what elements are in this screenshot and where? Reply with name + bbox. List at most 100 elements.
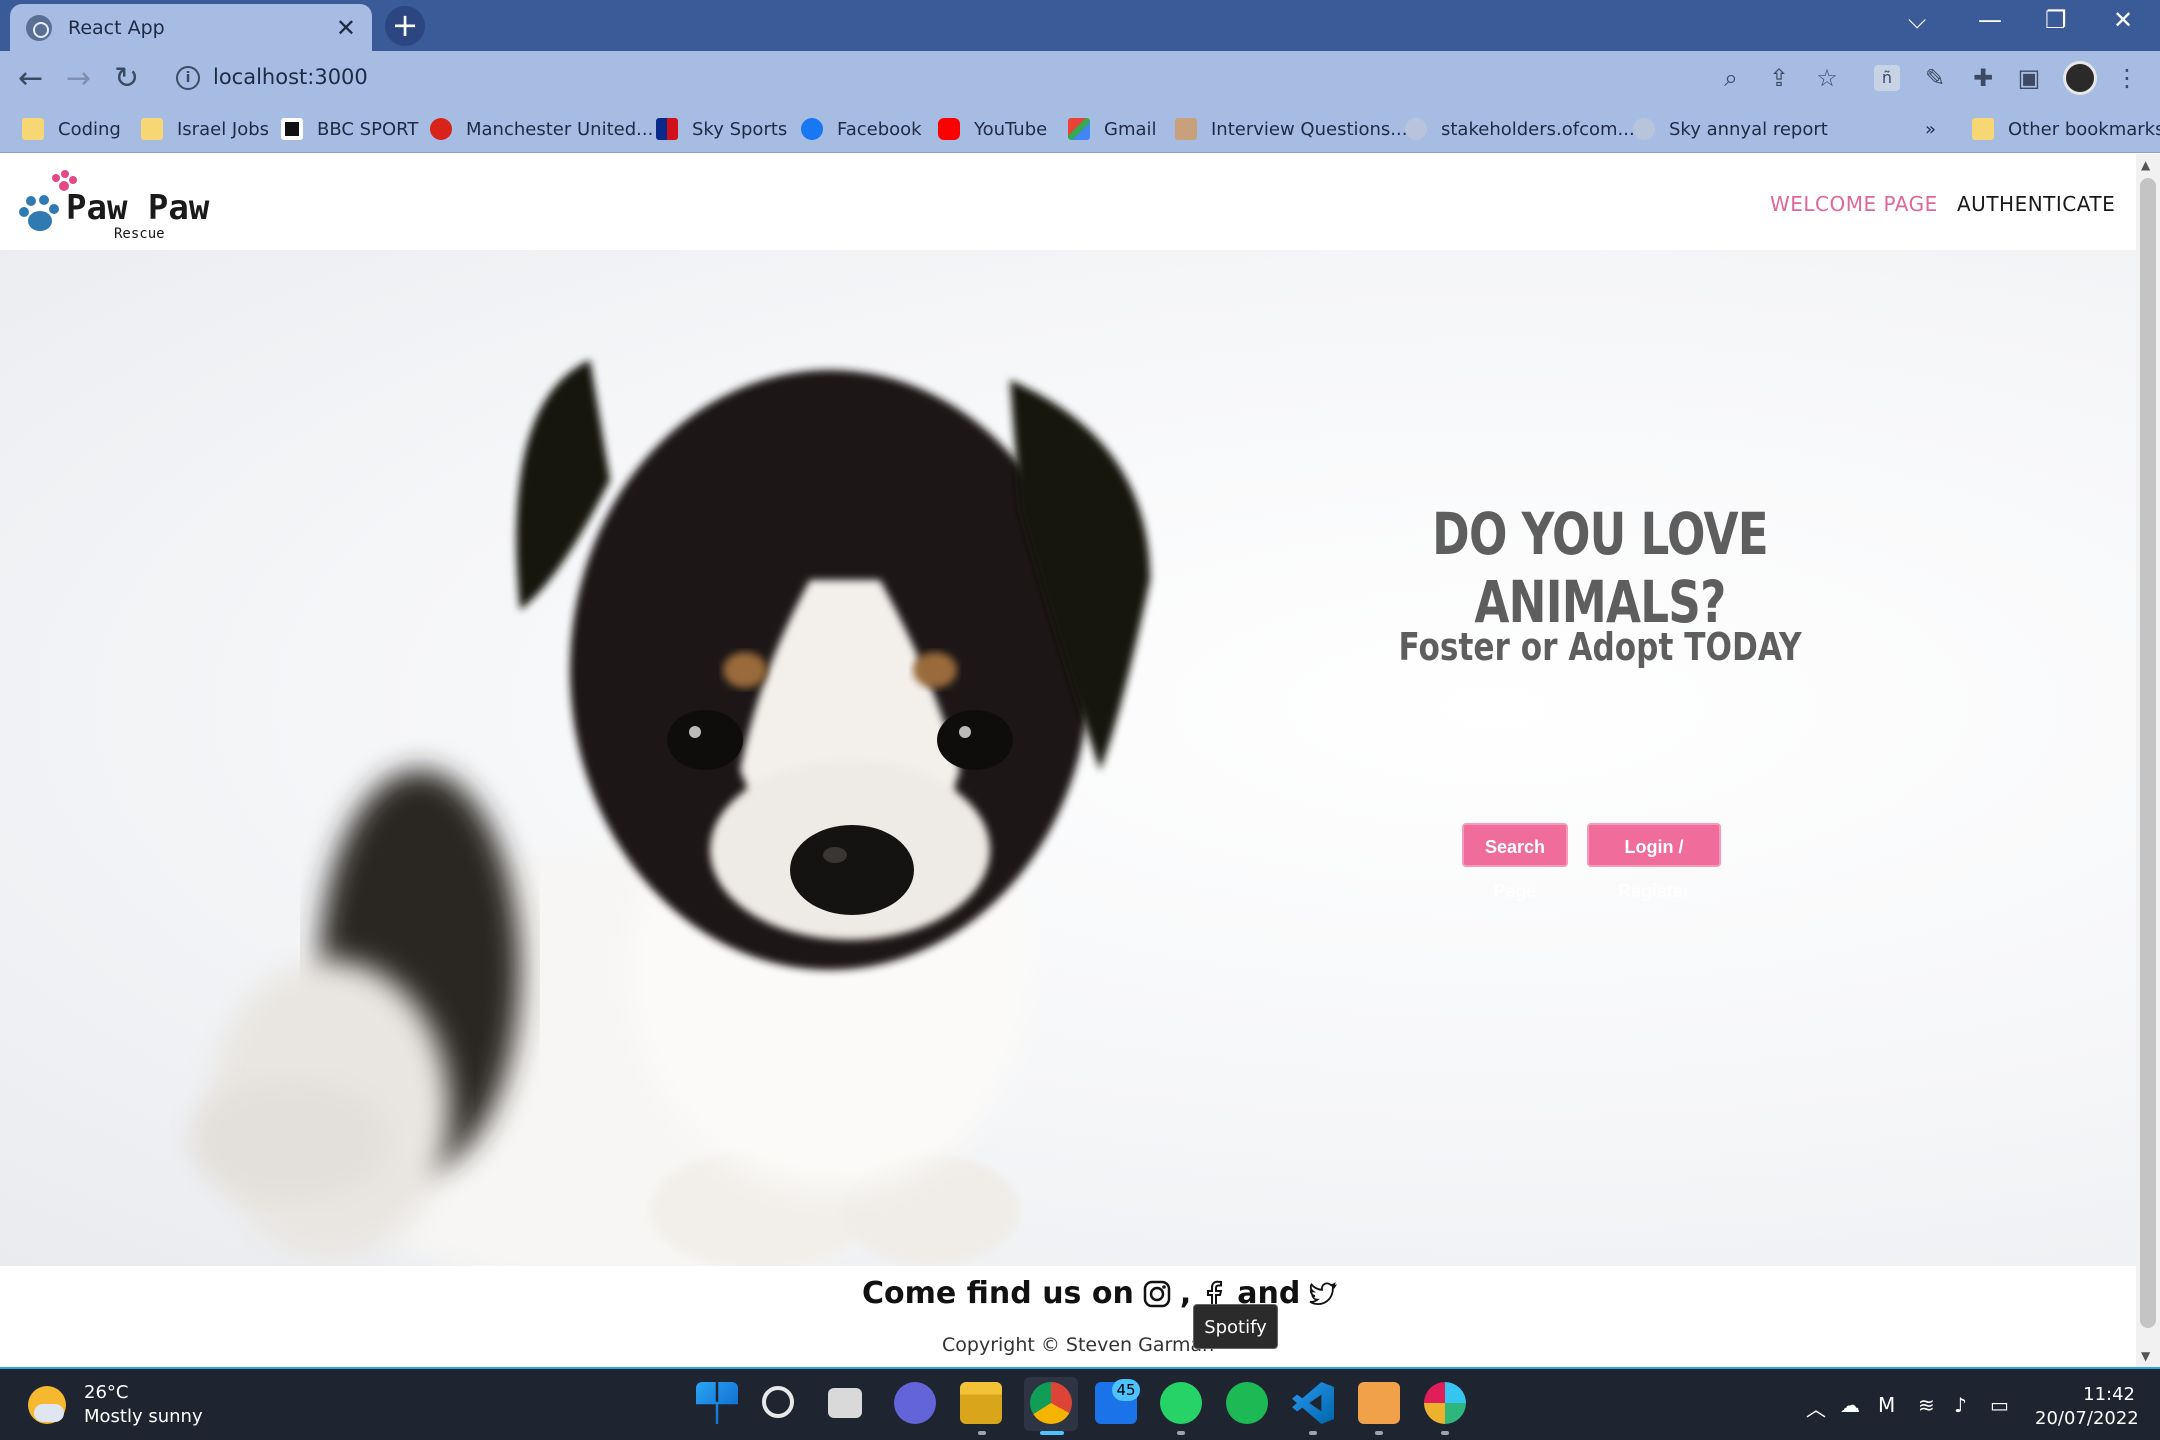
eyedropper-extension-icon[interactable]: ✎ xyxy=(1922,65,1948,91)
scrollbar-thumb[interactable] xyxy=(2140,178,2156,1328)
folder-icon xyxy=(141,118,163,140)
page-icon xyxy=(1175,118,1197,140)
tab-close-icon[interactable]: ✕ xyxy=(336,14,356,42)
skysports-icon xyxy=(656,118,678,140)
youtube-icon xyxy=(938,118,960,140)
instagram-icon[interactable] xyxy=(1142,1279,1172,1309)
clock-time: 11:42 xyxy=(2083,1384,2135,1405)
new-tab-button[interactable]: + xyxy=(385,6,425,46)
restore-icon[interactable]: ❐ xyxy=(2045,6,2067,34)
bookmark-item[interactable]: stakeholders.ofcom... xyxy=(1405,113,1635,145)
search-icon[interactable] xyxy=(762,1386,794,1418)
gmail-tray-icon[interactable]: M xyxy=(1878,1393,1895,1417)
task-view-icon[interactable] xyxy=(828,1388,862,1418)
chrome-icon[interactable] xyxy=(1030,1382,1072,1424)
file-explorer-icon[interactable] xyxy=(960,1382,1002,1424)
whatsapp-running-indicator xyxy=(1177,1431,1185,1435)
logo-subtitle: Rescue xyxy=(114,226,165,242)
hero-headline: DO YOU LOVE ANIMALS? xyxy=(1432,500,1768,636)
extension-icon[interactable]: ñ xyxy=(1874,65,1900,91)
scroll-up-icon[interactable]: ▲ xyxy=(2141,158,2150,172)
browser-tab-active[interactable]: React App ✕ xyxy=(10,4,372,51)
back-icon[interactable]: ← xyxy=(18,61,43,96)
minimize-icon[interactable]: — xyxy=(1978,6,2002,34)
battery-icon[interactable]: ▭ xyxy=(1990,1393,2009,1417)
gmail-icon xyxy=(1068,118,1090,140)
wifi-icon[interactable]: ≋ xyxy=(1918,1393,1935,1417)
paw-paw-logo[interactable]: Paw Paw Rescue xyxy=(16,168,256,248)
profile-avatar[interactable] xyxy=(2063,61,2097,95)
find-us-text: Come find us on xyxy=(862,1276,1134,1311)
extensions-puzzle-icon[interactable]: ✚ xyxy=(1970,65,1996,91)
onedrive-icon[interactable]: ☁ xyxy=(1840,1393,1860,1417)
bookmark-item[interactable]: YouTube xyxy=(938,113,1047,145)
bookmark-item[interactable]: Sky Sports xyxy=(656,113,787,145)
window-close-icon[interactable]: ✕ xyxy=(2113,6,2133,34)
weather-description: Mostly sunny xyxy=(84,1406,203,1427)
tab-title: React App xyxy=(68,16,165,39)
bookmark-item[interactable]: Manchester United... xyxy=(430,113,653,145)
bookmark-item[interactable]: Facebook xyxy=(801,113,922,145)
bookmark-item[interactable]: Coding xyxy=(22,113,121,145)
system-clock[interactable]: 11:42 20/07/2022 xyxy=(2035,1383,2139,1431)
site-footer: Come find us on , and Copyright © Steven… xyxy=(0,1266,2136,1367)
nav-authenticate[interactable]: AUTHENTICATE xyxy=(1957,192,2115,216)
twitter-icon[interactable] xyxy=(1308,1279,1338,1309)
chrome-active-indicator xyxy=(1040,1431,1064,1435)
windows-start-icon[interactable] xyxy=(696,1382,738,1424)
browser-tab-bar: React App ✕ + ⌵ — ❐ ✕ xyxy=(0,0,2160,51)
hero-subheadline: Foster or Adopt TODAY xyxy=(1398,625,1802,669)
comma-separator: , xyxy=(1179,1276,1192,1311)
search-page-button[interactable]: Search Page xyxy=(1462,823,1568,901)
bookmarks-bar: Coding Israel Jobs BBC SPORT Manchester … xyxy=(0,105,2160,153)
reload-icon[interactable]: ↻ xyxy=(114,61,139,96)
forward-icon[interactable]: → xyxy=(66,61,91,96)
bookmark-item[interactable]: BBC SPORT xyxy=(281,113,418,145)
tab-search-chevron-icon[interactable]: ⌵ xyxy=(1908,6,1926,34)
windows-taskbar: 26°C Mostly sunny 45 ︿ ☁ M ≋ ♪ ▭ 11:42 2… xyxy=(0,1367,2160,1440)
file-explorer-running-indicator xyxy=(978,1431,986,1435)
bookmark-item[interactable]: Gmail xyxy=(1068,113,1157,145)
bookmark-item[interactable]: Israel Jobs xyxy=(141,113,269,145)
bbc-icon xyxy=(281,118,303,140)
site-navbar: Paw Paw Rescue WELCOME PAGE AUTHENTICATE xyxy=(0,154,2136,250)
browser-toolbar: ← → ↻ i localhost:3000 ⌕ ⇪ ☆ ñ ✎ ✚ ▣ ⋮ xyxy=(0,51,2160,105)
globe-icon xyxy=(1633,118,1655,140)
hero-section: DO YOU LOVE ANIMALS? Foster or Adopt TOD… xyxy=(0,250,2136,1266)
logo-title: Paw Paw xyxy=(66,188,210,228)
scroll-down-icon[interactable]: ▼ xyxy=(2141,1349,2150,1363)
vscode-running-indicator xyxy=(1309,1431,1317,1435)
address-bar[interactable]: localhost:3000 xyxy=(213,65,368,89)
zoom-icon[interactable]: ⌕ xyxy=(1718,65,1744,91)
page-scrollbar[interactable]: ▲ ▼ xyxy=(2136,154,2160,1367)
folder-icon xyxy=(22,118,44,140)
mail-badge: 45 xyxy=(1112,1379,1140,1401)
share-icon[interactable]: ⇪ xyxy=(1766,65,1792,91)
menu-kebab-icon[interactable]: ⋮ xyxy=(2114,65,2140,91)
media-player-running-indicator xyxy=(1375,1431,1383,1435)
other-bookmarks[interactable]: Other bookmarks xyxy=(1972,113,2160,145)
bookmark-star-icon[interactable]: ☆ xyxy=(1814,65,1840,91)
site-info-icon[interactable]: i xyxy=(176,66,200,90)
weather-widget[interactable]: 26°C Mostly sunny xyxy=(28,1381,203,1429)
media-player-icon[interactable] xyxy=(1358,1382,1400,1424)
nav-welcome-page[interactable]: WELCOME PAGE xyxy=(1770,192,1938,216)
tray-chevron-icon[interactable]: ︿ xyxy=(1806,1393,1826,1422)
bookmark-item[interactable]: Interview Questions... xyxy=(1175,113,1407,145)
copyright-text: Copyright © Steven Garman xyxy=(942,1334,1215,1356)
slack-icon[interactable] xyxy=(1424,1382,1466,1424)
login-register-button[interactable]: Login / Register xyxy=(1587,823,1721,901)
manutd-icon xyxy=(430,118,452,140)
react-favicon-icon xyxy=(26,14,52,41)
vscode-icon[interactable] xyxy=(1292,1382,1334,1424)
partly-sunny-icon xyxy=(28,1386,66,1424)
bookmark-item[interactable]: Sky annyal report xyxy=(1633,113,1828,145)
side-panel-icon[interactable]: ▣ xyxy=(2016,65,2042,91)
volume-icon[interactable]: ♪ xyxy=(1954,1393,1967,1417)
globe-icon xyxy=(1405,118,1427,140)
spotify-icon[interactable] xyxy=(1226,1382,1268,1424)
teams-chat-icon[interactable] xyxy=(894,1382,936,1424)
whatsapp-icon[interactable] xyxy=(1160,1382,1202,1424)
bookmarks-overflow-button[interactable]: » xyxy=(1925,113,1936,145)
spotify-tooltip: Spotify xyxy=(1193,1304,1278,1349)
